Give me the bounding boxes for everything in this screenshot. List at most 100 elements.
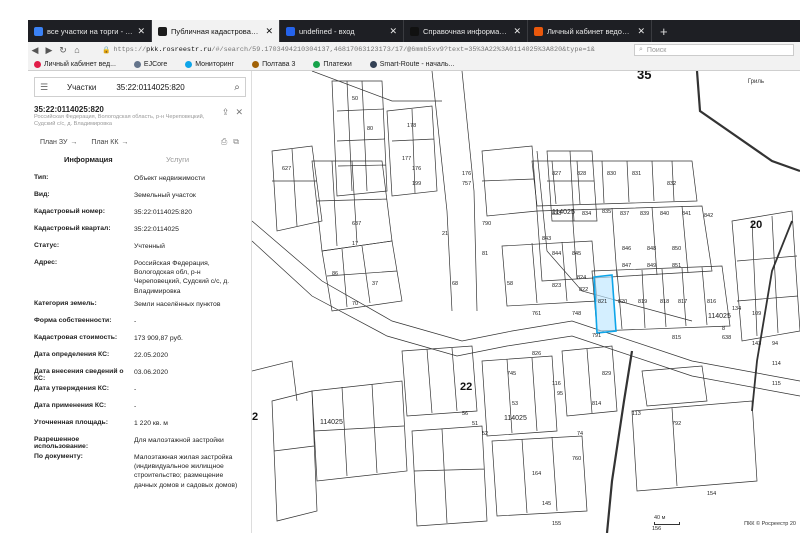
parcel-label[interactable]: 748: [572, 311, 581, 317]
parcel-label[interactable]: 832: [667, 181, 676, 187]
parcel-label[interactable]: 155: [552, 521, 561, 527]
parcel-label[interactable]: 199: [412, 181, 421, 187]
home-icon[interactable]: ⌂: [70, 45, 84, 55]
parcel-label[interactable]: 821: [598, 299, 607, 305]
parcel-label[interactable]: 154: [707, 491, 716, 497]
parcel-label[interactable]: 827: [552, 171, 561, 177]
parcel-label[interactable]: 74: [577, 431, 583, 437]
tab-close-icon[interactable]: ✕: [513, 26, 521, 37]
cadastral-search-bar[interactable]: ☰ Участки 35:22:0114025:820 ⌕: [34, 77, 246, 97]
parcel-label[interactable]: 819: [638, 299, 647, 305]
parcel-label[interactable]: 86: [332, 271, 338, 277]
parcel-label[interactable]: 745: [507, 371, 516, 377]
parcel-label[interactable]: 814: [592, 401, 601, 407]
parcel-label[interactable]: 831: [632, 171, 641, 177]
parcel-label[interactable]: 113: [632, 411, 641, 417]
parcel-label[interactable]: 134: [732, 306, 741, 312]
parcel-label[interactable]: 761: [532, 311, 541, 317]
bookmark-item[interactable]: EJCore: [128, 60, 167, 68]
browser-tab[interactable]: все участки на торги - Google ✕: [28, 20, 152, 42]
parcel-label[interactable]: 837: [620, 211, 629, 217]
parcel-label[interactable]: 8: [722, 326, 725, 332]
parcel-label[interactable]: 829: [602, 371, 611, 377]
parcel-label[interactable]: 849: [647, 263, 656, 269]
search-icon[interactable]: ⌕: [229, 82, 245, 93]
parcel-label[interactable]: 760: [572, 456, 581, 462]
parcel-label[interactable]: 841: [682, 211, 691, 217]
parcel-label[interactable]: 845: [572, 251, 581, 257]
cadastral-map[interactable]: 35 20 2 22 114025 114025 114025 114025 5…: [252, 71, 800, 533]
browser-tab[interactable]: Справочная информация по✕: [404, 20, 528, 42]
parcel-label[interactable]: 792: [672, 421, 681, 427]
parcel-label[interactable]: 790: [482, 221, 491, 227]
parcel-label[interactable]: 844: [552, 251, 561, 257]
parcel-label[interactable]: 21: [442, 231, 448, 237]
tab-information[interactable]: Информация: [34, 155, 166, 169]
menu-icon[interactable]: ☰: [35, 82, 53, 93]
parcel-label[interactable]: 820: [618, 299, 627, 305]
parcel-label[interactable]: 823: [552, 283, 561, 289]
search-category[interactable]: Участки: [67, 83, 96, 92]
parcel-label[interactable]: 830: [607, 171, 616, 177]
copy-icon[interactable]: ⧉: [233, 137, 239, 147]
parcel-label[interactable]: 58: [507, 281, 513, 287]
parcel-label[interactable]: 53: [512, 401, 518, 407]
parcel-label[interactable]: 80: [367, 126, 373, 132]
parcel-label[interactable]: 109: [752, 311, 761, 317]
parcel-label[interactable]: 816: [707, 299, 716, 305]
bookmark-item[interactable]: Мониторинг: [179, 60, 234, 68]
parcel-label[interactable]: 145: [542, 501, 551, 507]
tab-services[interactable]: Услуги: [166, 155, 246, 169]
tab-close-icon[interactable]: ✕: [637, 26, 645, 37]
bookmark-item[interactable]: Smart-Route - началь...: [364, 60, 454, 68]
tab-close-icon[interactable]: ✕: [389, 26, 397, 37]
parcel-label[interactable]: 846: [622, 246, 631, 252]
parcel-label[interactable]: 164: [532, 471, 541, 477]
parcel-label[interactable]: 178: [407, 123, 416, 129]
parcel-label[interactable]: 839: [640, 211, 649, 217]
bookmark-item[interactable]: Платежи: [307, 60, 352, 68]
parcel-label[interactable]: 70: [352, 301, 358, 307]
browser-tab[interactable]: Публичная кадастровая карта ✕: [152, 20, 280, 42]
parcel-label[interactable]: 833: [552, 211, 561, 217]
parcel-label[interactable]: 94: [772, 341, 778, 347]
parcel-label[interactable]: 81: [482, 251, 488, 257]
parcel-label[interactable]: 842: [704, 213, 713, 219]
parcel-label[interactable]: 115: [772, 381, 781, 387]
parcel-label[interactable]: 627: [282, 166, 291, 172]
cadastral-search-input[interactable]: 35:22:0114025:820: [116, 83, 229, 92]
browser-tab[interactable]: undefined - вход ✕: [280, 20, 404, 42]
parcel-label[interactable]: 116: [552, 381, 561, 387]
parcel-label[interactable]: 176: [462, 171, 471, 177]
parcel-label[interactable]: 68: [452, 281, 458, 287]
parcel-label[interactable]: 95: [557, 391, 563, 397]
parcel-label[interactable]: 156: [652, 526, 661, 532]
parcel-label[interactable]: 840: [660, 211, 669, 217]
parcel-label[interactable]: 637: [352, 221, 361, 227]
parcel-label[interactable]: 851: [672, 263, 681, 269]
reload-icon[interactable]: ↻: [56, 45, 70, 56]
parcel-label[interactable]: 824: [577, 275, 586, 281]
tab-close-icon[interactable]: ✕: [137, 26, 145, 37]
parcel-label[interactable]: 850: [672, 246, 681, 252]
plan-kk-link[interactable]: План КК →: [91, 139, 128, 146]
address-bar[interactable]: 🔒 https://pkk.rosreestr.ru/#/search/59.1…: [102, 44, 628, 56]
new-tab-icon[interactable]: +: [652, 20, 676, 42]
parcel-label[interactable]: 177: [402, 156, 411, 162]
plan-zu-link[interactable]: План ЗУ →: [40, 139, 77, 146]
parcel-label[interactable]: 828: [577, 171, 586, 177]
browser-search-input[interactable]: ⌕ Поиск: [634, 44, 794, 56]
parcel-label[interactable]: 817: [678, 299, 687, 305]
parcel-label[interactable]: 17: [352, 241, 358, 247]
close-icon[interactable]: ✕: [235, 107, 243, 118]
parcel-label[interactable]: 815: [672, 335, 681, 341]
parcel-label[interactable]: 848: [647, 246, 656, 252]
parcel-label[interactable]: 114: [772, 361, 781, 367]
bookmark-item[interactable]: Полтава 3: [246, 60, 295, 68]
parcel-label[interactable]: 843: [542, 236, 551, 242]
parcel-label[interactable]: 176: [412, 166, 421, 172]
parcel-label[interactable]: 822: [579, 287, 588, 293]
parcel-label[interactable]: 834: [582, 211, 591, 217]
browser-tab[interactable]: Личный кабинет ведомства ✕: [528, 20, 652, 42]
bookmark-item[interactable]: Личный кабинет вед...: [28, 60, 116, 68]
